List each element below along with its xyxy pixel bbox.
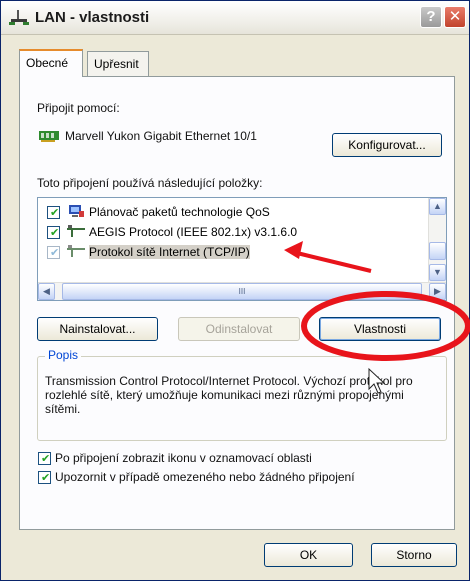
components-list[interactable]: ✔ Plánovač paketů technologie QoS ✔ AEGI…: [37, 197, 447, 301]
checkmark-icon: ✔: [41, 453, 51, 465]
scroll-left-icon[interactable]: ◀: [38, 283, 55, 300]
checkmark-icon: ✔: [41, 472, 51, 484]
install-button[interactable]: Nainstalovat...: [37, 317, 158, 341]
uninstall-button: Odinstalovat: [178, 317, 300, 341]
scroll-right-icon[interactable]: ▶: [429, 283, 446, 300]
checkmark-icon: ✔: [50, 227, 60, 239]
scroll-up-icon[interactable]: ▲: [429, 198, 446, 215]
component-checkbox[interactable]: ✔: [47, 246, 60, 259]
qos-scheduler-icon: [69, 205, 84, 217]
configure-button[interactable]: Konfigurovat...: [332, 133, 442, 157]
component-label: AEGIS Protocol (IEEE 802.1x) v3.1.6.0: [89, 225, 298, 239]
lan-properties-window: LAN - vlastnosti ? ✕ Obecné Upřesnit Při…: [0, 0, 470, 581]
connect-using-label: Připojit pomocí:: [37, 101, 120, 115]
list-item[interactable]: ✔ AEGIS Protocol (IEEE 802.1x) v3.1.6.0: [38, 222, 428, 242]
component-label: Plánovač paketů technologie QoS: [89, 205, 270, 219]
component-checkbox[interactable]: ✔: [47, 206, 60, 219]
scroll-down-icon[interactable]: ▼: [429, 264, 446, 281]
title-bar[interactable]: LAN - vlastnosti ? ✕: [1, 1, 469, 35]
checkmark-icon: ✔: [50, 247, 60, 259]
properties-button[interactable]: Vlastnosti: [319, 317, 441, 341]
scroll-thumb[interactable]: [429, 242, 446, 260]
horizontal-scroll-thumb[interactable]: III: [62, 283, 422, 300]
show-tray-icon-checkbox[interactable]: ✔: [38, 452, 51, 465]
notify-limited-checkbox[interactable]: ✔: [38, 471, 51, 484]
cancel-button[interactable]: Storno: [371, 543, 457, 567]
network-protocol-icon: [67, 245, 85, 257]
network-adapter-icon: [39, 131, 59, 142]
tab-general[interactable]: Obecné: [19, 49, 83, 77]
vertical-scrollbar[interactable]: ▲ ▼: [428, 198, 446, 282]
checkmark-icon: ✔: [50, 207, 60, 219]
tab-advanced[interactable]: Upřesnit: [87, 51, 149, 77]
ok-button[interactable]: OK: [264, 543, 353, 567]
component-label: Protokol sítě Internet (TCP/IP): [89, 245, 250, 259]
horizontal-scrollbar[interactable]: ◀ III ▶: [38, 282, 446, 300]
adapter-name: Marvell Yukon Gigabit Ethernet 10/1: [65, 129, 257, 143]
help-button[interactable]: ?: [420, 6, 442, 28]
component-checkbox[interactable]: ✔: [47, 226, 60, 239]
network-connection-icon: [9, 10, 29, 25]
close-button[interactable]: ✕: [444, 6, 466, 28]
network-protocol-icon: [67, 225, 85, 237]
description-legend: Popis: [45, 348, 82, 362]
list-item[interactable]: ✔ Protokol sítě Internet (TCP/IP): [38, 242, 428, 262]
window-title: LAN - vlastnosti: [35, 9, 150, 26]
description-text: Transmission Control Protocol/Internet P…: [45, 374, 413, 416]
notify-limited-label: Upozornit v případě omezeného nebo žádné…: [55, 470, 355, 484]
list-item[interactable]: ✔ Plánovač paketů technologie QoS: [38, 202, 428, 222]
components-label: Toto připojení používá následující polož…: [37, 176, 263, 190]
show-tray-icon-label: Po připojení zobrazit ikonu v oznamovací…: [55, 451, 312, 465]
